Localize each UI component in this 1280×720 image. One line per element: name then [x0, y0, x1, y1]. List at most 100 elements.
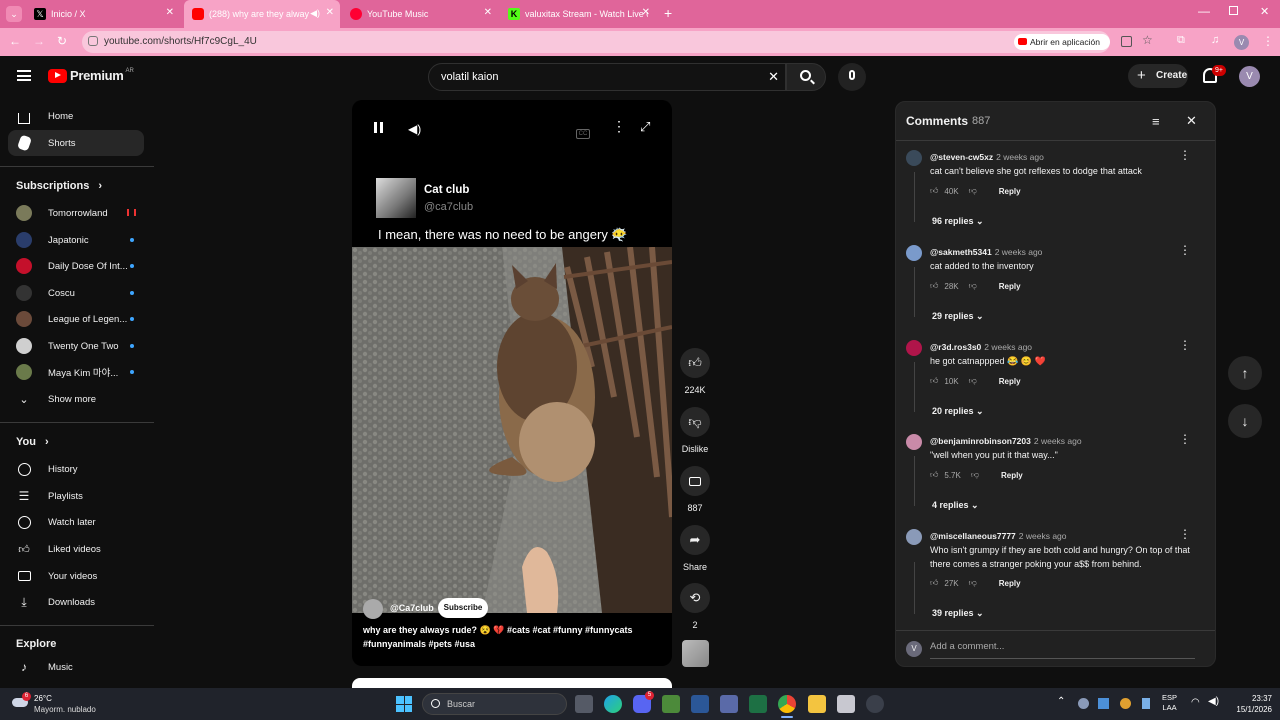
subscriptions-heading[interactable]: Subscriptions › — [16, 180, 102, 192]
comment-menu-icon[interactable]: ⋮ — [1179, 432, 1191, 446]
share-button[interactable]: ➦ Share — [680, 525, 710, 572]
add-comment-input[interactable]: Add a comment... — [930, 641, 1195, 659]
reload-icon[interactable]: ↻ — [57, 34, 67, 48]
url-field[interactable]: youtube.com/shorts/Hf7c9CgL_4U — [82, 31, 1110, 53]
reply-button[interactable]: Reply — [1001, 471, 1023, 480]
reply-button[interactable]: Reply — [999, 579, 1021, 588]
more-options-icon[interactable]: ⋮ — [612, 118, 626, 135]
sidebar-sub-tomorrowland[interactable]: Tomorrowland — [8, 200, 144, 226]
pause-button[interactable] — [374, 120, 383, 136]
sidebar-sub-twenty-one-two[interactable]: Twenty One Two — [8, 333, 144, 359]
minecraft-icon[interactable] — [662, 695, 680, 713]
comment-menu-icon[interactable]: ⋮ — [1179, 338, 1191, 352]
clear-search-icon[interactable]: ✕ — [768, 69, 779, 85]
translate-icon[interactable] — [1121, 36, 1132, 47]
tray-icon[interactable] — [1142, 698, 1150, 709]
show-hidden-icons[interactable]: ⌃ — [1057, 696, 1065, 707]
thumbs-down-icon[interactable]: 👎︎ — [969, 281, 977, 291]
sidebar-item-downloads[interactable]: ⤓ Downloads — [8, 589, 144, 615]
account-avatar[interactable]: V — [1239, 66, 1260, 87]
tab-youtube-music[interactable]: YouTube Music ✕ — [342, 0, 498, 28]
view-replies-button[interactable]: 39 replies ⌄ — [932, 608, 984, 619]
sidebar-sub-japatonic[interactable]: Japatonic — [8, 227, 144, 253]
close-tab-icon[interactable]: ✕ — [326, 7, 334, 18]
sound-thumbnail[interactable] — [682, 640, 709, 667]
comment-menu-icon[interactable]: ⋮ — [1179, 527, 1191, 541]
reply-button[interactable]: Reply — [999, 377, 1021, 386]
you-heading[interactable]: You › — [16, 436, 49, 448]
language-indicator[interactable]: ESP LAA — [1162, 693, 1177, 713]
task-view-icon[interactable] — [575, 695, 593, 713]
volume-icon[interactable]: ◀) — [1208, 696, 1219, 707]
search-button[interactable] — [786, 63, 826, 91]
hamburger-menu-icon[interactable] — [17, 70, 31, 81]
tab-kick-stream[interactable]: K valuxitax Stream - Watch Live o ✕ — [500, 0, 656, 28]
fullscreen-icon[interactable]: ⤢ — [640, 119, 650, 135]
commenter-avatar[interactable] — [906, 340, 922, 356]
sidebar-item-history[interactable]: History — [8, 456, 144, 482]
comment-author[interactable]: @miscellaneous7777 2 weeks ago — [930, 531, 1067, 541]
comment-author[interactable]: @r3d.ros3s0 2 weeks ago — [930, 342, 1032, 352]
view-replies-button[interactable]: 4 replies ⌄ — [932, 500, 979, 511]
minimize-icon[interactable]: — — [1198, 4, 1210, 18]
channel-handle-link[interactable]: @Ca7club — [390, 603, 434, 613]
sidebar-item-home[interactable]: Home — [8, 103, 144, 129]
close-tab-icon[interactable]: ✕ — [484, 7, 492, 18]
reply-button[interactable]: Reply — [999, 282, 1021, 291]
sidebar-show-more[interactable]: ⌄ Show more — [8, 386, 144, 412]
profile-avatar[interactable]: V — [1234, 35, 1249, 50]
tab-x[interactable]: 𝕏 Inicio / X ✕ — [26, 0, 180, 28]
reply-button[interactable]: Reply — [999, 187, 1021, 196]
create-button[interactable]: + Create — [1128, 64, 1188, 88]
clock[interactable]: 23:37 15/1/2026 — [1226, 693, 1272, 715]
captions-button[interactable]: CC — [576, 122, 590, 139]
remix-button[interactable]: ⟲ 2 — [680, 583, 710, 630]
comment-author[interactable]: @benjaminrobinson7203 2 weeks ago — [930, 436, 1082, 446]
shorts-player[interactable]: ◀) CC ⋮ ⤢ Cat club @ca7club I mean, ther… — [352, 100, 672, 666]
volume-button[interactable]: ◀) — [408, 120, 421, 136]
steam-icon[interactable] — [866, 695, 884, 713]
excel-icon[interactable] — [749, 695, 767, 713]
close-comments-icon[interactable]: ✕ — [1186, 113, 1197, 129]
sidebar-item-liked-videos[interactable]: 👍︎ Liked videos — [8, 536, 144, 562]
video-frame[interactable] — [352, 247, 672, 613]
file-explorer-icon[interactable] — [808, 695, 826, 713]
thumbs-up-icon[interactable]: 👍︎ — [930, 470, 938, 480]
chrome-icon[interactable] — [778, 695, 796, 713]
taskbar-search[interactable]: Buscar — [422, 693, 567, 715]
back-icon[interactable]: ← — [9, 34, 21, 48]
like-button[interactable]: 👍︎ 224K — [680, 348, 710, 395]
view-replies-button[interactable]: 96 replies ⌄ — [932, 216, 984, 227]
voice-search-button[interactable] — [838, 63, 866, 91]
channel-avatar[interactable] — [363, 599, 383, 619]
close-tab-icon[interactable]: ✕ — [166, 7, 174, 18]
youtube-premium-logo[interactable]: Premium AR — [48, 68, 134, 83]
commenter-avatar[interactable] — [906, 529, 922, 545]
weather-widget[interactable]: 6 26°C Mayorm. nublado — [10, 692, 120, 716]
browser-menu-icon[interactable]: ⋮ — [1262, 34, 1274, 48]
view-replies-button[interactable]: 20 replies ⌄ — [932, 406, 984, 417]
sort-icon[interactable]: ≡ — [1152, 114, 1160, 129]
tray-icon[interactable] — [1078, 698, 1089, 709]
save-icon[interactable] — [720, 695, 738, 713]
site-info-icon[interactable] — [88, 36, 98, 46]
next-short-preview[interactable] — [352, 678, 672, 688]
comments-button[interactable]: 887 — [680, 466, 710, 513]
extensions-icon[interactable]: ⧉ — [1177, 34, 1185, 47]
dislike-button[interactable]: 👎︎ Dislike — [680, 407, 710, 454]
sidebar-sub-maya-kim[interactable]: Maya Kim 마야... — [8, 359, 144, 385]
bookmark-star-icon[interactable]: ☆ — [1142, 33, 1153, 47]
edge-icon[interactable] — [604, 695, 622, 713]
media-control-icon[interactable]: ♫ — [1211, 34, 1219, 46]
thumbs-up-icon[interactable]: 👍︎ — [930, 578, 938, 588]
sidebar-item-your-videos[interactable]: Your videos — [8, 563, 144, 589]
comment-author[interactable]: @sakmeth5341 2 weeks ago — [930, 247, 1042, 257]
sidebar-sub-daily-dose[interactable]: Daily Dose Of Int... — [8, 253, 144, 279]
word-icon[interactable] — [691, 695, 709, 713]
comment-author[interactable]: @steven-cw5xz 2 weeks ago — [930, 152, 1044, 162]
sidebar-item-watch-later[interactable]: Watch later — [8, 509, 144, 535]
view-replies-button[interactable]: 29 replies ⌄ — [932, 311, 984, 322]
forward-icon[interactable]: → — [33, 34, 45, 48]
previous-short-button[interactable]: ↑ — [1228, 356, 1262, 390]
search-input[interactable]: volatil kaion ✕ — [428, 63, 786, 91]
